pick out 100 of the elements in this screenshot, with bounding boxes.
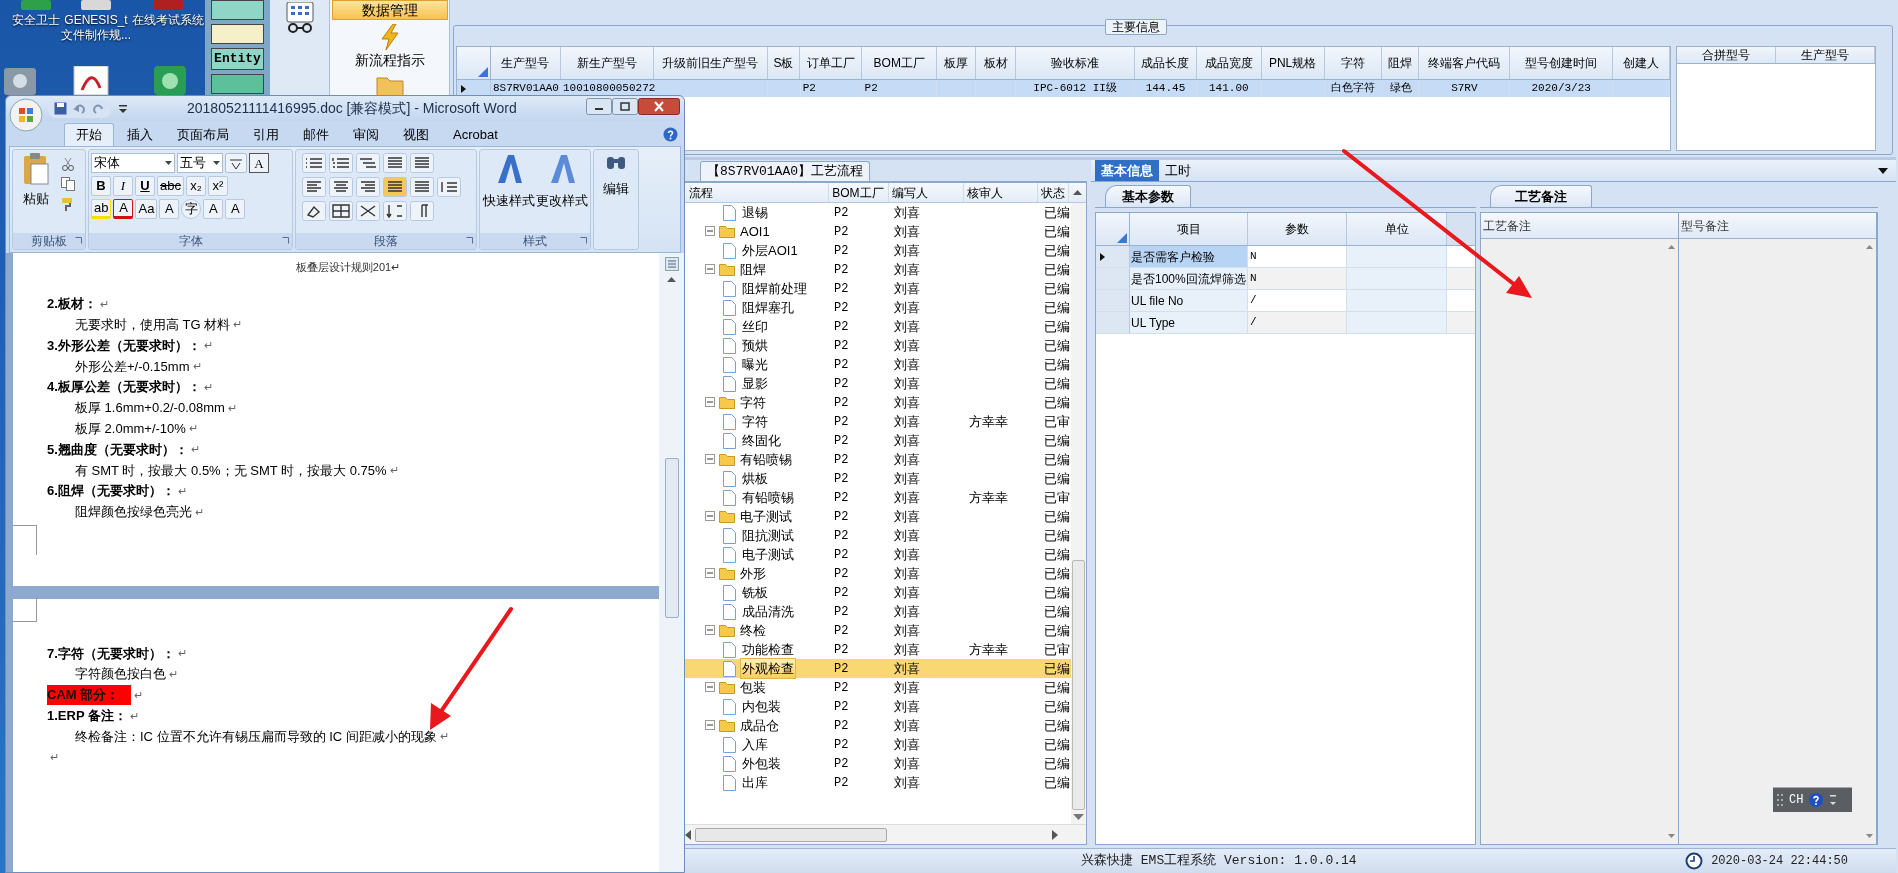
tree-row[interactable]: 终固化 P2 刘喜 已编 bbox=[683, 431, 1071, 450]
table-row[interactable]: 8S7RV01AA0 10010800050272 P2 P2 IPC-6012 II级 144.45 141.00 白色字符 绿色 S7RV 2020/3/23 bbox=[457, 80, 1670, 97]
desktop-icon[interactable] bbox=[79, 0, 113, 10]
character-border-button[interactable]: A bbox=[249, 153, 269, 173]
help-icon[interactable] bbox=[1809, 793, 1824, 807]
bullets-icon[interactable] bbox=[302, 153, 326, 173]
column-header[interactable]: 板厚 bbox=[937, 47, 977, 79]
line-spacing-icon[interactable] bbox=[437, 177, 461, 197]
borders-icon[interactable] bbox=[329, 201, 353, 221]
format-button[interactable]: I bbox=[113, 176, 133, 196]
format-button[interactable]: A bbox=[203, 199, 224, 219]
nav-item[interactable]: 新流程指示 bbox=[331, 50, 448, 70]
tree-item[interactable]: 出库 bbox=[741, 772, 769, 793]
tree-item[interactable]: 烘板 bbox=[741, 468, 769, 489]
close-icon[interactable] bbox=[638, 98, 680, 115]
format-button[interactable]: 字 bbox=[181, 199, 202, 219]
column-header[interactable]: 型号创建时间 bbox=[1510, 47, 1614, 79]
tree-item[interactable]: 预烘 bbox=[741, 335, 769, 356]
tree-item[interactable]: 显影 bbox=[741, 373, 769, 394]
format-button[interactable]: ab bbox=[91, 199, 112, 219]
align-center-icon[interactable] bbox=[329, 177, 353, 197]
collapse-icon[interactable] bbox=[705, 625, 716, 636]
format-button[interactable]: A bbox=[113, 199, 134, 219]
tree-row[interactable]: 曝光 P2 刘喜 已编 bbox=[683, 355, 1071, 374]
column-header[interactable]: 合拼型号 bbox=[1677, 47, 1776, 63]
change-styles-button[interactable]: 更改样式 bbox=[535, 153, 588, 233]
font-name-field[interactable]: 宋体 bbox=[91, 153, 175, 173]
column-header[interactable]: 终端客户代码 bbox=[1419, 47, 1511, 79]
paragraph-marks-icon[interactable] bbox=[410, 201, 434, 221]
align-right-icon[interactable] bbox=[356, 177, 380, 197]
format-button[interactable]: A bbox=[225, 199, 246, 219]
ribbon-tab[interactable]: 视图 bbox=[392, 123, 440, 146]
format-button[interactable]: Aa bbox=[135, 199, 158, 219]
column-header[interactable]: S板 bbox=[767, 47, 801, 79]
distributed-icon[interactable] bbox=[410, 177, 434, 197]
desktop-icon-label[interactable]: 在线考试系统 bbox=[132, 13, 204, 28]
format-button[interactable]: abc bbox=[157, 176, 184, 196]
tree-row[interactable]: 显影 P2 刘喜 已编 bbox=[683, 374, 1071, 393]
tab[interactable]: 工时 bbox=[1159, 160, 1197, 181]
tree-item[interactable]: 外层AOI1 bbox=[741, 240, 799, 261]
tree-item[interactable]: 阻焊前处理 bbox=[741, 278, 808, 299]
grip-icon[interactable] bbox=[1777, 793, 1783, 807]
column-header[interactable]: 参数 bbox=[1248, 213, 1347, 245]
column-header[interactable]: 字符 bbox=[1324, 47, 1383, 79]
tree-item[interactable]: 字符 bbox=[741, 411, 769, 432]
tree-item[interactable]: 阻焊塞孔 bbox=[741, 297, 795, 318]
ribbon-tab[interactable]: Acrobat bbox=[442, 123, 509, 146]
tree-row[interactable]: 预烘 P2 刘喜 已编 bbox=[683, 336, 1071, 355]
redo-icon[interactable] bbox=[93, 102, 105, 115]
ruler-toggle-icon[interactable] bbox=[664, 257, 679, 271]
column-header[interactable]: 升级前旧生产型号 bbox=[653, 47, 768, 79]
format-painter-icon[interactable] bbox=[61, 197, 75, 211]
tree-row[interactable]: 成品清洗 P2 刘喜 已编 bbox=[683, 602, 1071, 621]
table-cell[interactable]: 是否需客户检验 bbox=[1130, 246, 1248, 267]
tree-item[interactable]: 电子测试 bbox=[741, 544, 795, 565]
scroll-down-icon[interactable] bbox=[1667, 834, 1675, 838]
tree-item[interactable]: 外包装 bbox=[741, 753, 782, 774]
tree-item[interactable]: 有铅喷锡 bbox=[739, 449, 793, 470]
column-header[interactable]: 订单工厂 bbox=[800, 47, 863, 79]
tree-row[interactable]: 丝印 P2 刘喜 已编 bbox=[683, 317, 1071, 336]
tree-item[interactable]: 字符 bbox=[739, 392, 767, 413]
panel-tab[interactable]: 基本参数 bbox=[1105, 185, 1191, 207]
phonetic-guide-icon[interactable] bbox=[225, 153, 247, 173]
desktop-icon-label[interactable]: 安全卫士 bbox=[12, 13, 60, 28]
tree-item[interactable]: AOI1 bbox=[739, 221, 771, 242]
tree-row[interactable]: 外包装 P2 刘喜 已编 bbox=[683, 754, 1071, 773]
dialog-launcher-icon[interactable] bbox=[282, 237, 289, 244]
decrease-indent-icon[interactable] bbox=[383, 153, 407, 173]
row-header[interactable] bbox=[1096, 246, 1130, 267]
tree-item[interactable]: 退锡 bbox=[741, 202, 769, 223]
tree-row[interactable]: 烘板 P2 刘喜 已编 bbox=[683, 469, 1071, 488]
nav-item[interactable]: 数据管理 bbox=[331, 0, 448, 20]
format-button[interactable]: x₂ bbox=[185, 176, 206, 196]
dialog-launcher-icon[interactable] bbox=[75, 237, 82, 244]
font-size-field[interactable]: 五号 bbox=[177, 153, 223, 173]
multilevel-list-icon[interactable] bbox=[356, 153, 380, 173]
tree-row[interactable]: 内包装 P2 刘喜 已编 bbox=[683, 697, 1071, 716]
tree-row[interactable]: AOI1 P2 刘喜 已编 bbox=[683, 222, 1071, 241]
shading-icon[interactable] bbox=[302, 201, 326, 221]
column-header[interactable]: BOM工厂 bbox=[862, 47, 938, 79]
app-icon[interactable] bbox=[2, 66, 38, 95]
undo-icon[interactable] bbox=[73, 102, 87, 115]
tree-item[interactable]: 铣板 bbox=[741, 582, 769, 603]
tree-row[interactable]: 阻抗测试 P2 刘喜 已编 bbox=[683, 526, 1071, 545]
options-icon[interactable] bbox=[1829, 793, 1838, 807]
help-icon[interactable] bbox=[663, 127, 678, 142]
tree-item[interactable]: 外观检查 bbox=[741, 658, 795, 679]
tab[interactable]: 基本信息 bbox=[1095, 160, 1159, 181]
tree-row[interactable]: 有铅喷锡 P2 刘喜 方幸幸 已审 bbox=[683, 488, 1071, 507]
column-header[interactable]: 阻焊 bbox=[1382, 47, 1420, 79]
collapse-icon[interactable] bbox=[705, 397, 716, 408]
dialog-launcher-icon[interactable] bbox=[466, 237, 473, 244]
tree-item[interactable]: 有铅喷锡 bbox=[741, 487, 795, 508]
minimize-icon[interactable] bbox=[586, 98, 612, 115]
tree-item[interactable]: 丝印 bbox=[741, 316, 769, 337]
tree-row[interactable]: 外形 P2 刘喜 已编 bbox=[683, 564, 1071, 583]
tree-item[interactable]: 入库 bbox=[741, 734, 769, 755]
tree-item[interactable]: 电子测试 bbox=[739, 506, 793, 527]
column-header[interactable]: 工艺备注 bbox=[1481, 213, 1678, 239]
scrollbar-thumb[interactable] bbox=[664, 458, 679, 618]
